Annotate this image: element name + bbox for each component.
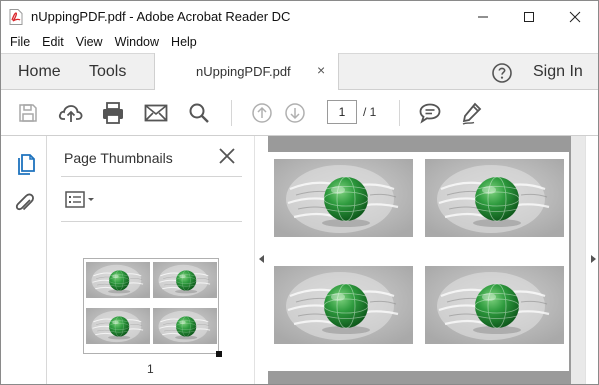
maximize-icon [524,11,534,22]
menu-edit[interactable]: Edit [36,35,70,49]
pdf-page [268,152,569,371]
tab-home[interactable]: Home [18,63,61,81]
toolbar-separator [231,100,232,126]
upload-cloud-icon[interactable] [58,100,84,126]
collapse-right-panel-button[interactable] [585,136,598,384]
page-thumbnail[interactable] [83,258,222,357]
page-thumbnails-panel: Page Thumbnails 1 [47,136,254,384]
tab-document-label: nUppingPDF.pdf [196,64,291,79]
divider [61,176,242,177]
divider [61,221,242,222]
menu-view[interactable]: View [70,35,109,49]
chevron-left-icon [259,255,264,263]
tutorialspoint-globe-image [425,266,564,344]
help-icon[interactable] [491,62,513,84]
tab-tools[interactable]: Tools [89,63,126,81]
chevron-right-icon [591,255,596,263]
page-thumbnails-icon[interactable] [13,152,39,178]
minimize-button[interactable] [460,1,506,32]
search-icon[interactable] [186,100,212,126]
page-count: / 1 [363,105,377,119]
thumbnail-image [86,308,150,344]
panel-title: Page Thumbnails [64,150,173,166]
menu-bar: File Edit View Window Help [1,32,598,52]
thumbnail-options-icon[interactable] [65,190,97,210]
minimize-icon [478,16,488,17]
sign-pen-icon[interactable] [459,100,485,126]
email-icon[interactable] [143,100,169,126]
title-bar: nUppingPDF.pdf - Adobe Acrobat Reader DC [1,1,598,32]
menu-help[interactable]: Help [165,35,203,49]
navigation-rail [1,136,47,384]
document-view[interactable] [268,136,585,384]
tutorialspoint-globe-image [274,159,413,237]
menu-file[interactable]: File [4,35,36,49]
close-icon[interactable] [217,146,237,166]
window-title: nUppingPDF.pdf - Adobe Acrobat Reader DC [31,9,291,24]
tab-document[interactable]: nUppingPDF.pdf × [154,53,339,91]
page-number-input[interactable]: 1 [327,100,357,124]
tutorialspoint-globe-image [274,266,413,344]
close-icon [569,11,581,22]
pdf-file-icon [9,9,23,25]
attachments-icon[interactable] [13,190,39,216]
page-down-icon[interactable] [282,100,308,126]
menu-window[interactable]: Window [109,35,165,49]
collapse-left-panel-button[interactable] [254,136,268,384]
toolbar-separator [399,100,400,126]
toolbar: 1 / 1 [1,90,598,136]
comment-icon[interactable] [417,100,443,126]
thumbnail-image [153,262,217,298]
sign-in-link[interactable]: Sign In [533,63,583,81]
vertical-scrollbar[interactable] [571,136,585,384]
save-icon[interactable] [15,100,41,126]
thumbnail-image [153,308,217,344]
tutorialspoint-globe-image [425,159,564,237]
tab-close-button[interactable]: × [317,62,325,78]
print-icon[interactable] [100,100,126,126]
thumbnail-image [86,262,150,298]
acrobat-window: nUppingPDF.pdf - Adobe Acrobat Reader DC… [0,0,599,385]
thumbnail-resize-handle[interactable] [216,351,222,357]
page-up-icon[interactable] [249,100,275,126]
close-window-button[interactable] [552,1,598,32]
maximize-button[interactable] [506,1,552,32]
tab-bar: Home Tools nUppingPDF.pdf × Sign In [1,53,598,91]
thumbnail-page-label: 1 [147,362,154,376]
